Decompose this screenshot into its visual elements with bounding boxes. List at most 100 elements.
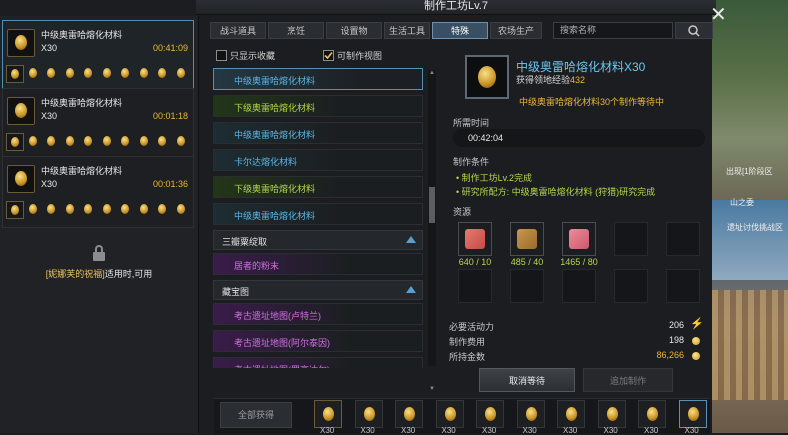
- tab-1[interactable]: 烹饪: [268, 22, 324, 39]
- queue-item-icon: [7, 97, 35, 125]
- output-slot[interactable]: [435, 400, 464, 428]
- gold-ore-icon: [102, 136, 111, 146]
- recipe-row[interactable]: 卡尔达熔化材料: [213, 149, 423, 171]
- output-slot[interactable]: [314, 400, 342, 428]
- recipe-row[interactable]: 考古遗址地图(卢特兰): [213, 303, 423, 325]
- scroll-up-icon[interactable]: ▲: [429, 70, 435, 76]
- tab-4[interactable]: 特殊: [432, 22, 488, 39]
- output-slot[interactable]: [476, 400, 504, 428]
- progress-step: [136, 133, 152, 149]
- queue-item-time: 00:01:18: [152, 111, 188, 121]
- progress-step: [136, 65, 152, 81]
- output-slot[interactable]: [516, 400, 545, 428]
- progress-step: [62, 65, 78, 81]
- gold-ore-icon: [102, 204, 111, 214]
- progress-step: [6, 201, 24, 219]
- progress-step: [43, 133, 59, 149]
- window-title: 制作工坊Lv.7: [196, 0, 716, 15]
- gold-ore-icon: [525, 407, 537, 421]
- search-input[interactable]: 搜索名称: [553, 22, 673, 39]
- queue-item-name: 中级奥雷哈熔化材料: [41, 30, 123, 40]
- scroll-down-icon[interactable]: ▼: [429, 386, 435, 392]
- search-icon: [688, 25, 700, 37]
- gold-ore-icon: [15, 103, 27, 118]
- favorites-label: 只显示收藏: [230, 51, 276, 61]
- output-count: X30: [603, 426, 618, 435]
- resource-slot[interactable]: [510, 222, 544, 256]
- recipe-row[interactable]: 下级奥雷哈熔化材料: [213, 95, 423, 117]
- recipe-label: 中级奥雷哈熔化材料: [234, 211, 316, 221]
- recipe-row[interactable]: 中级奥雷哈熔化材料: [213, 68, 423, 90]
- close-icon[interactable]: ✕: [710, 4, 730, 24]
- output-slot[interactable]: [597, 400, 626, 428]
- output-count: X30: [684, 426, 699, 435]
- world-label-3: 遗址讨伐挑战区: [727, 223, 783, 232]
- cancel-wait-button[interactable]: 取消等待: [479, 368, 575, 392]
- craftable-checkbox[interactable]: [323, 50, 334, 61]
- recipe-scroll-thumb[interactable]: [429, 187, 435, 223]
- queue-card[interactable]: 中级奥雷哈熔化材料 X30 00:01:36: [2, 156, 194, 228]
- output-count: X30: [401, 426, 416, 435]
- recipe-label: 中级奥雷哈熔化材料: [234, 76, 316, 86]
- favorites-checkbox[interactable]: [216, 50, 227, 61]
- output-slot[interactable]: [557, 400, 585, 428]
- progress-step: [6, 133, 24, 151]
- queue-card[interactable]: 中级奥雷哈熔化材料 X30 00:01:18: [2, 88, 194, 160]
- recipe-label: 考古遗址地图(卢特兰): [234, 311, 321, 321]
- tab-3[interactable]: 生活工具: [384, 22, 430, 39]
- category-header[interactable]: 藏宝图: [213, 280, 423, 300]
- gold-ore-icon: [28, 136, 37, 146]
- tab-0[interactable]: 战斗道具: [210, 22, 266, 39]
- queue-item-name: 中级奥雷哈熔化材料: [41, 166, 123, 176]
- recipe-row[interactable]: 居者的粉末: [213, 253, 423, 275]
- output-count: X30: [563, 426, 578, 435]
- output-slot[interactable]: [395, 400, 423, 428]
- recipe-row[interactable]: 考古遗址地图(罗亨达尔): [213, 357, 423, 368]
- empty-slot: [666, 222, 700, 256]
- resource-count: 485 / 40: [510, 257, 544, 267]
- output-slot[interactable]: [678, 400, 707, 428]
- queue-item-name: 中级奥雷哈熔化材料: [41, 98, 123, 108]
- gold-ore-icon: [158, 204, 166, 214]
- gold-ore-icon: [139, 136, 148, 146]
- progress-step: [99, 133, 115, 149]
- recipe-label: 考古遗址地图(阿尔泰因): [234, 338, 330, 348]
- output-count: X30: [320, 426, 335, 435]
- resource-slot[interactable]: [458, 222, 492, 256]
- resource-slot[interactable]: [562, 222, 596, 256]
- condition-2: • 研究所配方: 中级奥雷哈熔化材料 (狩猎)研究完成: [456, 187, 656, 197]
- queue-card[interactable]: 中级奥雷哈熔化材料 X30 00:41:09: [2, 20, 194, 92]
- world-label-1: 出现[1阶段区: [726, 167, 773, 176]
- progress-step: [173, 133, 189, 149]
- recipe-row[interactable]: 考古遗址地图(阿尔泰因): [213, 330, 423, 352]
- gold-ore-icon: [687, 407, 699, 421]
- gold-ore-icon: [158, 136, 166, 146]
- resource-count: 1465 / 80: [560, 257, 598, 267]
- collect-all-button[interactable]: 全部获得: [220, 402, 292, 428]
- gold-ore-icon: [121, 204, 129, 214]
- gold-coin-icon: [692, 352, 700, 360]
- recipe-row[interactable]: 中级奥雷哈熔化材料: [213, 122, 423, 144]
- queue-item-count: X30: [41, 111, 58, 121]
- output-slot[interactable]: [638, 400, 666, 428]
- empty-slot: [614, 222, 648, 256]
- search-button[interactable]: [675, 22, 713, 39]
- progress-step: [80, 133, 96, 149]
- time-value: 00:42:04: [468, 133, 504, 143]
- progress-step: [43, 65, 59, 81]
- recipe-row[interactable]: 下级奥雷哈熔化材料: [213, 176, 423, 198]
- gold-coin-icon: [692, 337, 700, 345]
- category-tabs: 战斗道具 烹饪 设置物 生活工具 特殊 农场生产: [210, 22, 544, 40]
- tab-5[interactable]: 农场生产: [490, 22, 542, 39]
- output-slot[interactable]: [354, 400, 383, 428]
- progress-step: [173, 65, 189, 81]
- gold-ore-icon: [11, 69, 19, 79]
- tab-2[interactable]: 设置物: [326, 22, 382, 39]
- add-craft-button[interactable]: 追加制作: [583, 368, 673, 392]
- recipe-item-icon: [465, 55, 509, 99]
- gold-ore-icon: [102, 68, 111, 78]
- gold-ore-icon: [28, 68, 37, 78]
- category-header[interactable]: 三瓣粟绽取: [213, 230, 423, 250]
- recipe-row[interactable]: 中级奥雷哈熔化材料: [213, 203, 423, 225]
- world-label-2: 山之委: [730, 198, 754, 207]
